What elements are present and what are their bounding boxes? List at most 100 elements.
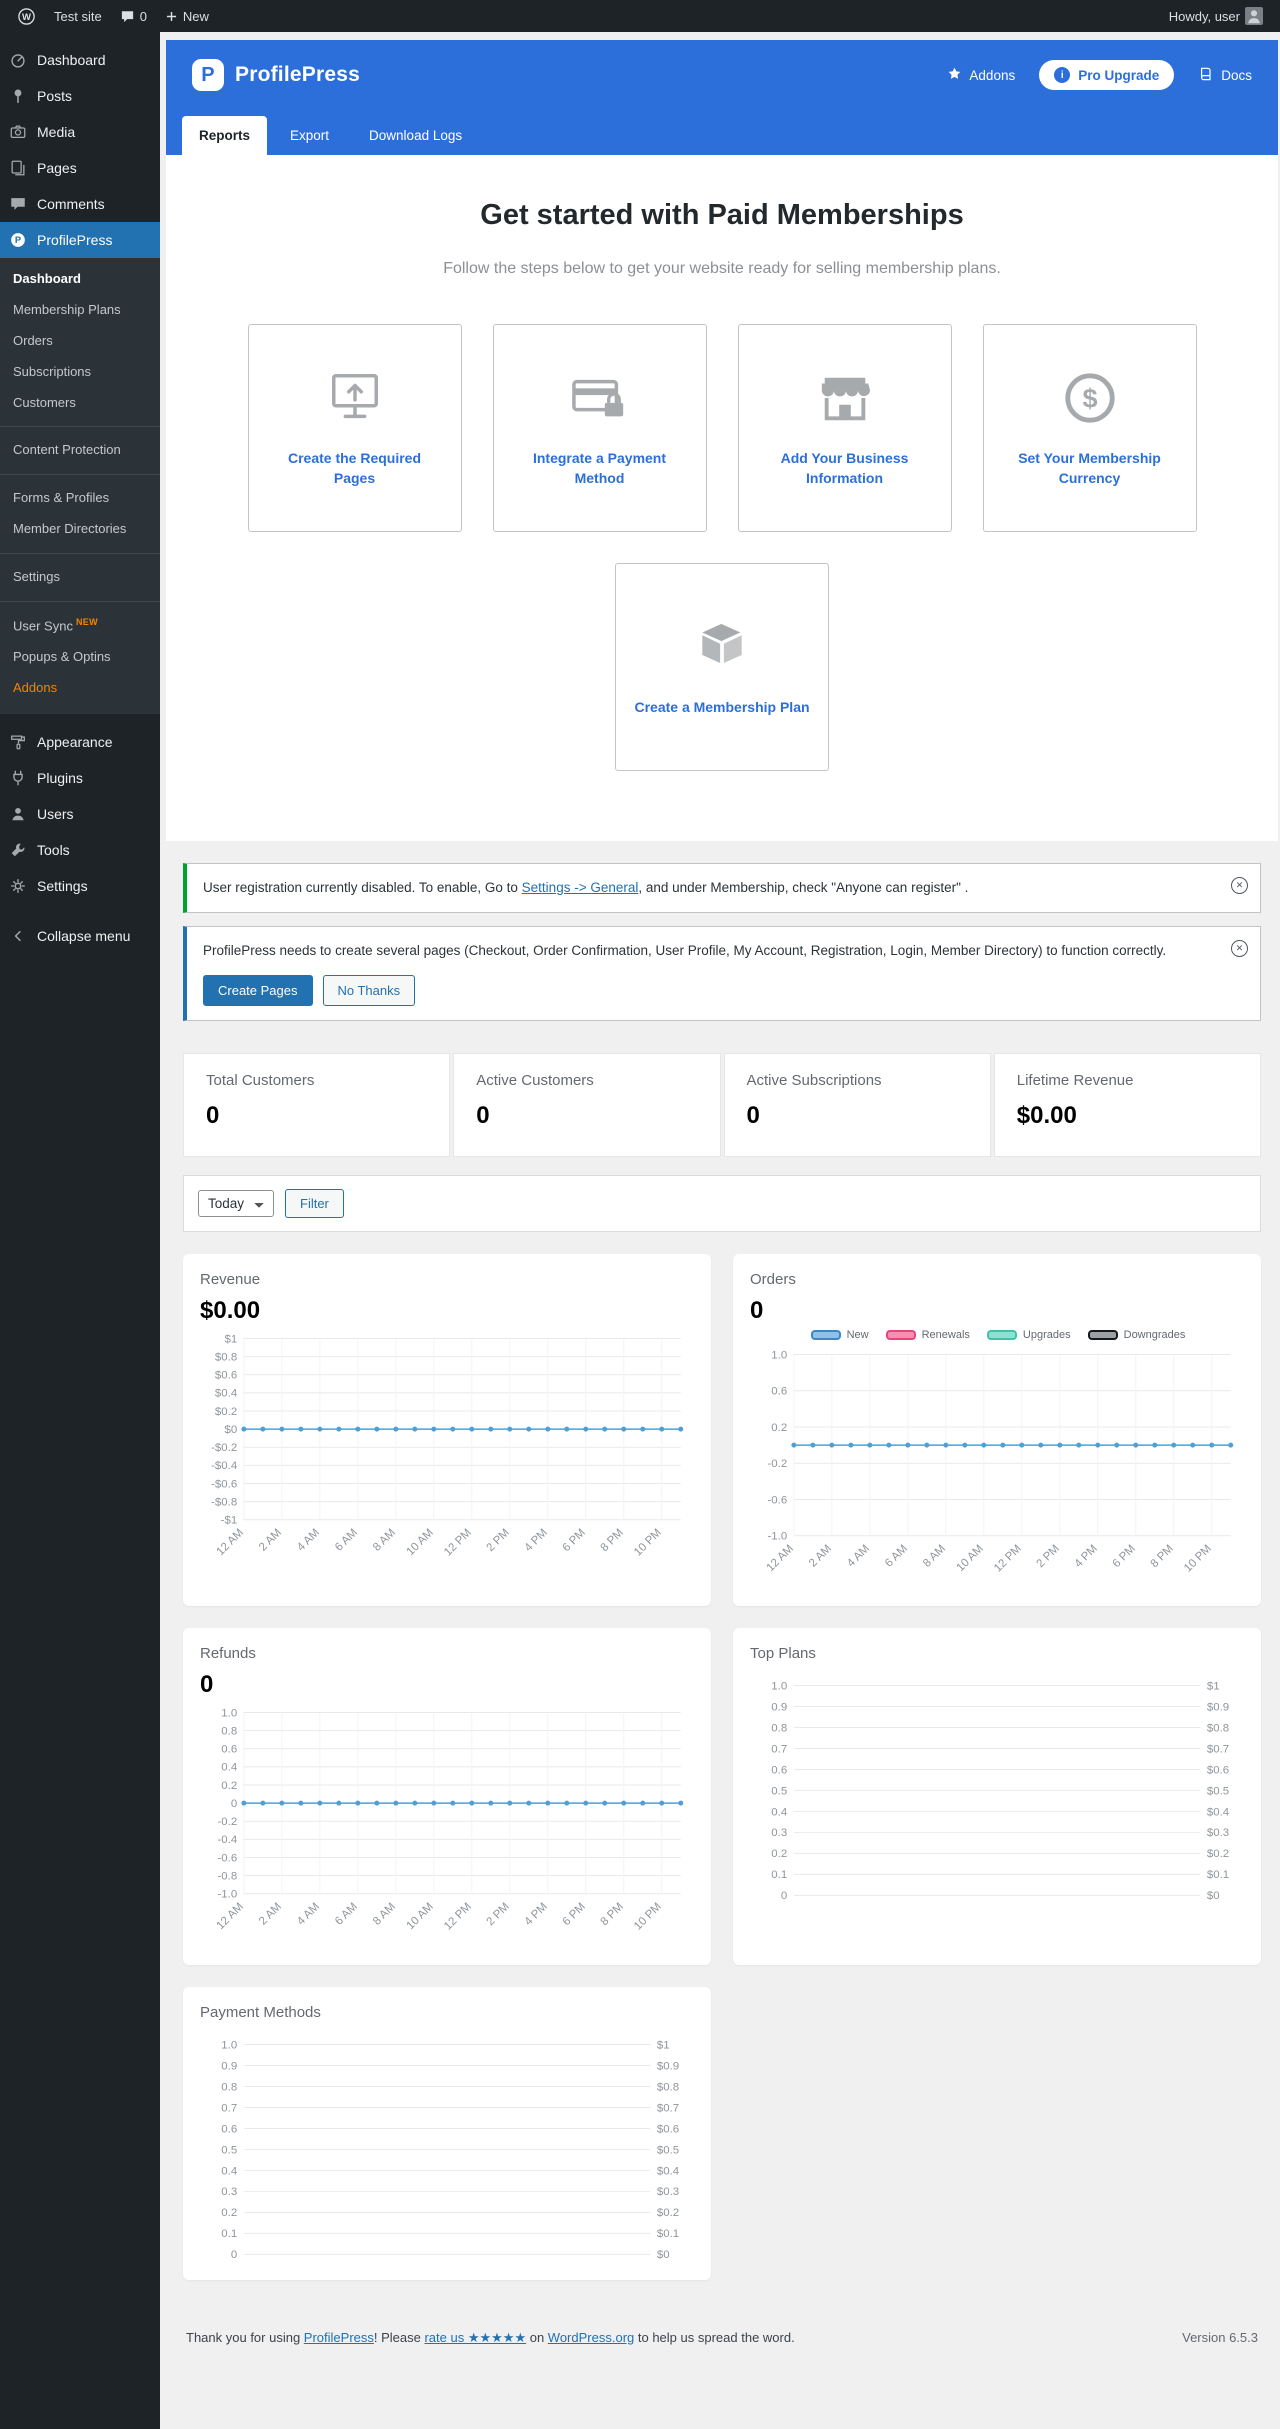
svg-text:$0: $0	[224, 1423, 237, 1435]
submenu-item-content-protection[interactable]: Content Protection	[0, 435, 160, 466]
sidebar-item-label: Posts	[37, 88, 73, 104]
card-create-membership-plan[interactable]: Create a Membership Plan	[615, 563, 829, 771]
submenu-item-customers[interactable]: Customers	[0, 388, 160, 419]
sidebar-item-plugins[interactable]: Plugins	[0, 760, 160, 796]
svg-text:0.5: 0.5	[771, 1786, 787, 1798]
profilepress-icon: P	[8, 230, 28, 250]
wordpress-org-link[interactable]: WordPress.org	[548, 2330, 634, 2345]
svg-text:-1.0: -1.0	[767, 1530, 787, 1542]
wordpress-logo-icon[interactable]: W	[8, 0, 45, 32]
legend-swatch	[810, 1329, 841, 1340]
sidebar-item-profilepress[interactable]: P ProfilePress	[0, 222, 160, 258]
sidebar-item-media[interactable]: Media	[0, 114, 160, 150]
submenu-item-user-sync[interactable]: User Sync NEW	[0, 610, 160, 642]
legend-swatch	[885, 1329, 916, 1340]
monitor-upload-icon	[324, 368, 386, 426]
svg-text:10 PM: 10 PM	[632, 1901, 664, 1933]
card-integrate-payment-method[interactable]: Integrate a Payment Method	[492, 324, 707, 532]
submenu-divider	[0, 601, 160, 603]
new-label: New	[182, 8, 209, 24]
svg-text:1.0: 1.0	[771, 1349, 787, 1361]
plus-icon	[165, 10, 178, 23]
filter-button[interactable]: Filter	[285, 1188, 344, 1218]
submenu-item-member-directories[interactable]: Member Directories	[0, 514, 160, 545]
orders-chart-card: Orders 0 New Renewals Upgrades Downgrades 1…	[733, 1253, 1261, 1607]
svg-text:$0.9: $0.9	[657, 2060, 679, 2072]
sidebar-item-comments[interactable]: Comments	[0, 186, 160, 222]
svg-text:$0.2: $0.2	[657, 2207, 679, 2219]
submenu-item-subscriptions[interactable]: Subscriptions	[0, 357, 160, 388]
svg-text:$0.4: $0.4	[1207, 1807, 1230, 1819]
svg-text:0: 0	[231, 1798, 237, 1810]
card-set-membership-currency[interactable]: $ Set Your Membership Currency	[982, 324, 1197, 532]
legend-item-upgrades[interactable]: Upgrades	[986, 1329, 1071, 1341]
chart-value: $0.00	[200, 1296, 261, 1324]
submenu-item-addons[interactable]: Addons	[0, 673, 160, 704]
svg-text:6 AM: 6 AM	[333, 1526, 360, 1553]
dismiss-notice-icon[interactable]: ✕	[1231, 877, 1248, 894]
create-pages-button[interactable]: Create Pages	[203, 974, 313, 1006]
chart-title: Revenue	[200, 1270, 261, 1288]
card-create-required-pages[interactable]: Create the Required Pages	[247, 324, 462, 532]
svg-text:$0.6: $0.6	[1207, 1765, 1229, 1777]
svg-text:$0.2: $0.2	[215, 1405, 237, 1417]
account-menu[interactable]: Howdy, user	[1160, 0, 1272, 32]
card-add-business-information[interactable]: Add Your Business Information	[737, 324, 952, 532]
svg-text:0.5: 0.5	[221, 2144, 237, 2156]
submenu-divider	[0, 474, 160, 476]
profilepress-logo-icon: P	[192, 59, 224, 91]
no-thanks-button[interactable]: No Thanks	[322, 974, 416, 1006]
svg-text:P: P	[15, 235, 21, 246]
settings-general-link[interactable]: Settings -> General	[522, 880, 639, 895]
svg-text:6 PM: 6 PM	[561, 1526, 588, 1553]
svg-text:$0.1: $0.1	[657, 2228, 679, 2240]
svg-text:12 PM: 12 PM	[442, 1526, 474, 1558]
svg-text:2 AM: 2 AM	[807, 1542, 834, 1569]
rate-us-link[interactable]: rate us ★★★★★	[424, 2330, 526, 2345]
dismiss-notice-icon[interactable]: ✕	[1231, 940, 1248, 958]
submenu-item-dashboard[interactable]: Dashboard	[0, 264, 160, 295]
comments-icon	[8, 194, 28, 214]
pages-icon	[8, 158, 28, 178]
legend-item-renewals[interactable]: Renewals	[885, 1329, 970, 1341]
sidebar-item-dashboard[interactable]: Dashboard	[0, 42, 160, 78]
submenu-item-settings[interactable]: Settings	[0, 562, 160, 593]
svg-text:0.2: 0.2	[771, 1849, 787, 1861]
tab-download-logs[interactable]: Download Logs	[352, 116, 479, 155]
collapse-menu-button[interactable]: Collapse menu	[0, 918, 160, 954]
submenu-item-popups-optins[interactable]: Popups & Optins	[0, 642, 160, 673]
top-plans-chart: 1.0 $1 0.9 $0.9 0.8 $0.8 0.7 $0.7 0.6 $0.6 0.5 $0.5…	[750, 1676, 1246, 1911]
legend-item-new[interactable]: New	[810, 1329, 869, 1341]
orders-chart: 1.0 0.6 0.2 -0.2 -0.6 -1.0 12 AM 2 AM 4 AM 6 AM 8 …	[750, 1345, 1246, 1597]
addons-link[interactable]: Addons	[947, 66, 1015, 84]
site-name-link[interactable]: Test site	[45, 0, 111, 32]
svg-text:-$0.6: -$0.6	[211, 1478, 237, 1490]
submenu-item-orders[interactable]: Orders	[0, 326, 160, 357]
tab-export[interactable]: Export	[273, 116, 346, 155]
sidebar-item-settings[interactable]: Settings	[0, 868, 160, 904]
svg-text:-0.8: -0.8	[217, 1871, 237, 1883]
new-content-link[interactable]: New	[156, 0, 218, 32]
pro-upgrade-button[interactable]: i Pro Upgrade	[1039, 60, 1175, 90]
svg-text:$: $	[1082, 383, 1097, 413]
tab-reports[interactable]: Reports	[182, 116, 268, 155]
chart-value: 0	[750, 1296, 764, 1324]
legend-swatch	[986, 1329, 1017, 1340]
date-range-select[interactable]: Today	[198, 1189, 274, 1217]
svg-text:8 AM: 8 AM	[371, 1526, 398, 1553]
profilepress-link[interactable]: ProfilePress	[304, 2330, 374, 2345]
svg-text:1.0: 1.0	[771, 1681, 787, 1693]
sidebar-item-users[interactable]: Users	[0, 796, 160, 832]
sidebar-item-appearance[interactable]: Appearance	[0, 724, 160, 760]
sidebar-item-pages[interactable]: Pages	[0, 150, 160, 186]
sidebar-item-posts[interactable]: Posts	[0, 78, 160, 114]
svg-text:$0.6: $0.6	[215, 1369, 237, 1381]
submenu-item-membership-plans[interactable]: Membership Plans	[0, 295, 160, 326]
legend-item-downgrades[interactable]: Downgrades	[1087, 1329, 1185, 1341]
docs-link[interactable]: Docs	[1198, 66, 1252, 85]
sidebar-item-tools[interactable]: Tools	[0, 832, 160, 868]
refunds-chart: 1.0 0.8 0.6 0.4 0.2 0 -0.2 -0.4 -0.6 -0.8 -1.0 12 A…	[200, 1703, 696, 1955]
svg-text:8 AM: 8 AM	[921, 1542, 948, 1569]
comments-link[interactable]: 0	[111, 0, 156, 32]
submenu-item-forms-profiles[interactable]: Forms & Profiles	[0, 483, 160, 514]
